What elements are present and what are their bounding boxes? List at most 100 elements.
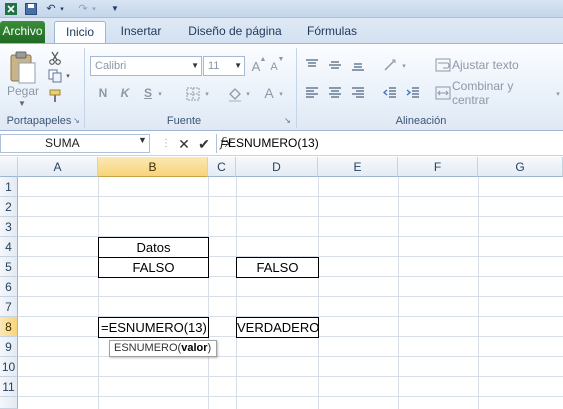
paste-label: Pegar	[6, 84, 40, 98]
format-painter-icon[interactable]	[46, 88, 64, 104]
align-left-icon[interactable]	[302, 84, 322, 102]
align-center-icon[interactable]	[325, 84, 345, 102]
font-color-button[interactable]: A	[262, 84, 276, 102]
name-box[interactable]: SUMA	[0, 134, 150, 153]
formula-input[interactable]: =ESNUMERO(13)	[216, 134, 563, 153]
cell-b8-editing[interactable]: =ESNUMERO(13)	[98, 317, 209, 338]
underline-button[interactable]: S	[141, 84, 155, 102]
align-top-icon[interactable]	[302, 56, 322, 74]
tab-insert[interactable]: Insertar	[114, 21, 168, 43]
decrease-indent-icon[interactable]	[380, 84, 400, 102]
underline-dropdown-icon[interactable]: ▾	[156, 88, 164, 100]
column-header-b[interactable]: B	[98, 157, 208, 177]
copy-dropdown-icon[interactable]: ▾	[64, 70, 72, 82]
column-header-a[interactable]: A	[18, 157, 98, 177]
align-right-icon[interactable]	[348, 84, 368, 102]
tab-page-layout[interactable]: Diseño de página	[180, 21, 290, 43]
customize-qat-icon[interactable]: ▼	[110, 1, 120, 16]
paste-dropdown-icon[interactable]: ▼	[12, 98, 32, 108]
gridline	[318, 177, 319, 409]
column-header-g[interactable]: G	[478, 157, 563, 177]
gridline	[398, 177, 399, 409]
save-icon[interactable]	[24, 1, 38, 16]
gridline	[18, 356, 563, 357]
redo-icon[interactable]: ↷	[76, 1, 90, 16]
font-name-value: Calibri	[95, 60, 127, 72]
tab-home[interactable]: Inicio	[54, 21, 106, 43]
fill-color-icon[interactable]	[226, 85, 244, 103]
excel-icon	[4, 1, 18, 16]
gridline	[18, 396, 563, 397]
borders-dropdown-icon[interactable]: ▾	[203, 88, 211, 100]
cell-d8[interactable]: VERDADERO	[236, 317, 319, 338]
column-header-f[interactable]: F	[398, 157, 478, 177]
wrap-text-button[interactable]: Ajustar texto	[452, 56, 522, 74]
chevron-down-icon: ▼	[234, 61, 242, 70]
formula-bar-grip-icon: ⋮	[161, 138, 171, 149]
confirm-entry-button[interactable]: ✔	[196, 136, 212, 152]
paste-button[interactable]	[6, 48, 40, 88]
row-header-4[interactable]: 4	[0, 237, 18, 257]
row-header-5[interactable]: 5	[0, 257, 18, 277]
gridline	[208, 177, 209, 409]
clipboard-launcher-icon[interactable]: ↘	[72, 116, 81, 125]
copy-icon[interactable]	[46, 68, 64, 84]
redo-dropdown-icon[interactable]: ▾	[90, 1, 98, 16]
chevron-down-icon: ▼	[191, 61, 199, 70]
cell-b4[interactable]: Datos	[98, 237, 209, 258]
column-header-e[interactable]: E	[318, 157, 398, 177]
grow-arrow-icon: ▲	[259, 55, 267, 63]
chevron-down-icon[interactable]: ▼	[138, 135, 147, 145]
borders-icon[interactable]	[184, 85, 202, 103]
align-bottom-icon[interactable]	[348, 56, 368, 74]
title-bar: ↶ ▾ ↷ ▾ ▼	[0, 0, 563, 18]
font-name-combo[interactable]: Calibri ▼	[90, 56, 202, 76]
font-size-combo[interactable]: 11 ▼	[203, 56, 245, 76]
fill-color-dropdown-icon[interactable]: ▾	[244, 88, 252, 100]
worksheet-grid[interactable]: A B C D E F G 1 2 3 4 5 6 7 8 9 10 11 Da…	[0, 157, 563, 409]
gridline	[478, 177, 479, 409]
column-header-d[interactable]: D	[236, 157, 318, 177]
font-group-label: Fuente	[166, 115, 202, 127]
row-header-1[interactable]: 1	[0, 177, 18, 197]
gridline	[18, 296, 563, 297]
font-launcher-icon[interactable]: ↘	[283, 116, 292, 125]
row-header-10[interactable]: 10	[0, 357, 18, 377]
row-header-7[interactable]: 7	[0, 297, 18, 317]
increase-indent-icon[interactable]	[403, 84, 423, 102]
row-header-12[interactable]	[0, 397, 18, 409]
italic-button[interactable]: K	[118, 84, 132, 102]
cut-icon[interactable]	[46, 50, 64, 66]
row-header-9[interactable]: 9	[0, 337, 18, 357]
tooltip-argument[interactable]: valor	[181, 342, 207, 354]
tab-file[interactable]: Archivo	[0, 21, 45, 43]
merge-center-button[interactable]: Combinar y centrar	[452, 79, 554, 107]
font-size-value: 11	[208, 60, 220, 72]
row-header-2[interactable]: 2	[0, 197, 18, 217]
paste-icon	[10, 51, 36, 84]
cell-b5[interactable]: FALSO	[98, 257, 209, 278]
tooltip-close-paren: )	[207, 342, 212, 354]
orientation-dropdown-icon[interactable]: ▾	[400, 60, 408, 72]
merge-dropdown-icon[interactable]: ▾	[554, 88, 562, 100]
cancel-entry-button[interactable]: ✕	[176, 136, 192, 152]
row-header-3[interactable]: 3	[0, 217, 18, 237]
gridline	[98, 177, 99, 409]
row-header-6[interactable]: 6	[0, 277, 18, 297]
align-middle-icon[interactable]	[325, 56, 345, 74]
orientation-icon[interactable]	[380, 56, 400, 74]
gridline	[236, 177, 237, 409]
group-divider	[84, 48, 85, 128]
undo-icon[interactable]: ↶	[44, 1, 58, 16]
select-all-corner[interactable]	[0, 157, 18, 177]
row-header-11[interactable]: 11	[0, 377, 18, 397]
font-color-dropdown-icon[interactable]: ▾	[277, 88, 285, 100]
function-tooltip[interactable]: ESNUMERO(valor)	[109, 340, 217, 357]
column-header-c[interactable]: C	[208, 157, 236, 177]
tab-formulas[interactable]: Fórmulas	[300, 21, 364, 43]
row-header-8[interactable]: 8	[0, 317, 18, 337]
undo-dropdown-icon[interactable]: ▾	[58, 1, 66, 16]
ribbon-tab-bar: Archivo Inicio Insertar Diseño de página…	[0, 18, 563, 43]
bold-button[interactable]: N	[96, 84, 110, 102]
cell-d5[interactable]: FALSO	[236, 257, 319, 278]
